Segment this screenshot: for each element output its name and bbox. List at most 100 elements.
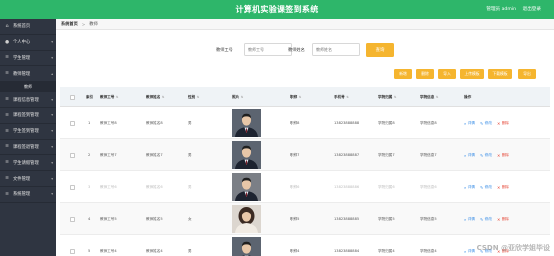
cell-college-info: 学院信息6: [420, 184, 437, 189]
table-row: 4 教师工号5 教师姓名5 女 职称5 13823888885 学院归属5 学院信息5 ⌕ 详情 ✎…: [60, 203, 550, 235]
select-all-checkbox[interactable]: [70, 94, 75, 100]
sidebar-item-label: 学生请假管理: [13, 160, 39, 166]
sidebar-item-course-checkin[interactable]: ≡ 课程签到管理 ▾: [0, 108, 56, 124]
col-college-info[interactable]: 学院信息 ⇅: [420, 87, 438, 107]
sidebar-item-courses[interactable]: ≡ 课程信息管理 ▾: [0, 92, 56, 108]
cell-phone: 13823888888: [334, 121, 360, 125]
col-title[interactable]: 职称 ⇅: [290, 87, 301, 107]
main-content: 系统首页 > 教师 教师工号 教师姓名 查询 新增 删除 导入 上传模板 下载模…: [56, 19, 554, 256]
detail-button[interactable]: ⌕ 详情: [464, 217, 475, 222]
sidebar-item-label: 学生签到管理: [13, 129, 39, 135]
watermark: CSDN @亚欣学姐毕设: [476, 244, 550, 252]
settings-icon: ≡: [5, 191, 9, 197]
delete-row-button[interactable]: ✕ 删除: [497, 153, 509, 158]
cell-phone: 13823888887: [334, 153, 360, 157]
import-button[interactable]: 导入: [438, 69, 456, 79]
col-phone[interactable]: 手机号 ⇅: [334, 87, 349, 107]
search-bar: 教师工号 教师姓名 查询: [56, 43, 554, 57]
edit-button[interactable]: ✎ 修改: [480, 153, 492, 158]
chevron-down-icon: ▾: [51, 55, 53, 60]
chevron-down-icon: ▾: [51, 113, 53, 118]
sidebar-item-label: 个人中心: [13, 40, 31, 46]
edit-label: 修改: [484, 152, 492, 157]
logout-link[interactable]: 退出登录: [523, 6, 541, 12]
cell-college-info: 学院信息8: [420, 120, 437, 125]
col-gender[interactable]: 性别 ⇅: [188, 87, 199, 107]
col-label: 教师工号: [100, 94, 115, 99]
row-checkbox[interactable]: [70, 184, 75, 190]
sidebar-subitem-teacher[interactable]: 教师: [0, 82, 56, 93]
col-teacher-name[interactable]: 教师姓名 ⇅: [146, 87, 164, 107]
breadcrumb-home[interactable]: 系统首页: [61, 21, 78, 27]
delete-row-button[interactable]: ✕ 删除: [497, 217, 509, 222]
search-icon: ⌕: [464, 152, 467, 158]
teacher-photo: [232, 141, 261, 169]
delete-button[interactable]: 删除: [416, 69, 434, 79]
edit-button[interactable]: ✎ 修改: [480, 217, 492, 222]
teacher-name-input[interactable]: [312, 43, 360, 56]
sidebar-item-label: 课程信息管理: [13, 97, 39, 103]
chevron-down-icon: ▾: [51, 144, 53, 149]
sidebar-item-course-signout[interactable]: ≡ 课程签退管理 ▾: [0, 140, 56, 156]
teacher-photo: [232, 237, 261, 256]
detail-button[interactable]: ⌕ 详情: [464, 121, 475, 126]
add-button[interactable]: 新增: [394, 69, 412, 79]
delete-row-button[interactable]: ✕ 删除: [497, 185, 509, 190]
teacher-photo: [232, 205, 261, 233]
table-row: 2 教师工号7 教师姓名7 男 职称7 13823888887 学院归属7 学院信息7 ⌕ 详情 ✎…: [60, 139, 550, 171]
edit-icon: ✎: [479, 184, 484, 190]
delete-label: 删除: [501, 120, 510, 125]
download-template-button[interactable]: 下载模板: [488, 69, 512, 79]
search-icon: ⌕: [464, 216, 467, 222]
delete-row-button[interactable]: ✕ 删除: [497, 121, 509, 126]
edit-button[interactable]: ✎ 修改: [480, 185, 492, 190]
sidebar-item-teachers[interactable]: ≡ 教师管理 ▴: [0, 66, 56, 83]
upload-template-button[interactable]: 上传模板: [460, 69, 484, 79]
detail-button[interactable]: ⌕ 详情: [464, 153, 475, 158]
sidebar-item-label: 系统管理: [13, 192, 31, 198]
sidebar-item-files[interactable]: ≡ 文件管理 ▾: [0, 171, 56, 187]
col-teacher-id[interactable]: 教师工号 ⇅: [100, 87, 118, 107]
row-checkbox[interactable]: [70, 152, 75, 158]
cell-teacher-name: 教师姓名7: [146, 152, 163, 157]
cell-teacher-id: 教师工号8: [100, 120, 117, 125]
col-college[interactable]: 学院归属 ⇅: [378, 87, 396, 107]
teacher-id-input[interactable]: [244, 43, 292, 56]
detail-button[interactable]: ⌕ 详情: [464, 185, 475, 190]
search-button[interactable]: 查询: [366, 43, 394, 57]
row-checkbox[interactable]: [70, 216, 75, 222]
detail-button[interactable]: ⌕ 详情: [464, 249, 475, 254]
edit-icon: ✎: [479, 120, 484, 126]
search-icon: ⌕: [464, 248, 467, 254]
delete-label: 删除: [501, 152, 510, 157]
sidebar-item-student-signin[interactable]: ≡ 学生签到管理 ▾: [0, 124, 56, 140]
leave-icon: ≡: [5, 160, 9, 166]
sidebar-item-students[interactable]: ≡ 学生管理 ▾: [0, 51, 56, 67]
chevron-down-icon: ▾: [51, 192, 53, 197]
signin-icon: ≡: [5, 128, 9, 134]
col-photo[interactable]: 照片 ⇅: [232, 87, 243, 107]
sidebar-item-leave[interactable]: ≡ 学生请假管理 ▾: [0, 155, 56, 172]
row-checkbox[interactable]: [70, 120, 75, 126]
row-checkbox[interactable]: [70, 248, 75, 254]
chevron-down-icon: ▾: [51, 97, 53, 102]
app-title: 计算机实验课签到系统: [235, 5, 319, 14]
cell-teacher-id: 教师工号7: [100, 152, 117, 157]
cell-title: 职称7: [290, 152, 300, 157]
edit-button[interactable]: ✎ 修改: [480, 121, 492, 126]
detail-label: 详情: [467, 120, 475, 125]
sidebar-item-profile[interactable]: ● 个人中心 ▾: [0, 35, 56, 51]
delete-label: 删除: [501, 216, 510, 221]
sort-icon: ⇅: [435, 95, 439, 99]
cell-gender: 男: [188, 152, 192, 157]
cell-teacher-id: 教师工号5: [100, 216, 117, 221]
cell-teacher-name: 教师姓名6: [146, 184, 163, 189]
sidebar-item-home[interactable]: ⌂ 系统首页: [0, 19, 56, 35]
cell-gender: 男: [188, 120, 192, 125]
chevron-down-icon: ▾: [51, 129, 53, 134]
course-icon: ≡: [5, 97, 9, 103]
export-button[interactable]: 导出: [518, 69, 536, 79]
cell-teacher-name: 教师姓名4: [146, 248, 163, 253]
chevron-down-icon: ▾: [51, 160, 53, 165]
sidebar-item-system[interactable]: ≡ 系统管理 ▾: [0, 187, 56, 203]
